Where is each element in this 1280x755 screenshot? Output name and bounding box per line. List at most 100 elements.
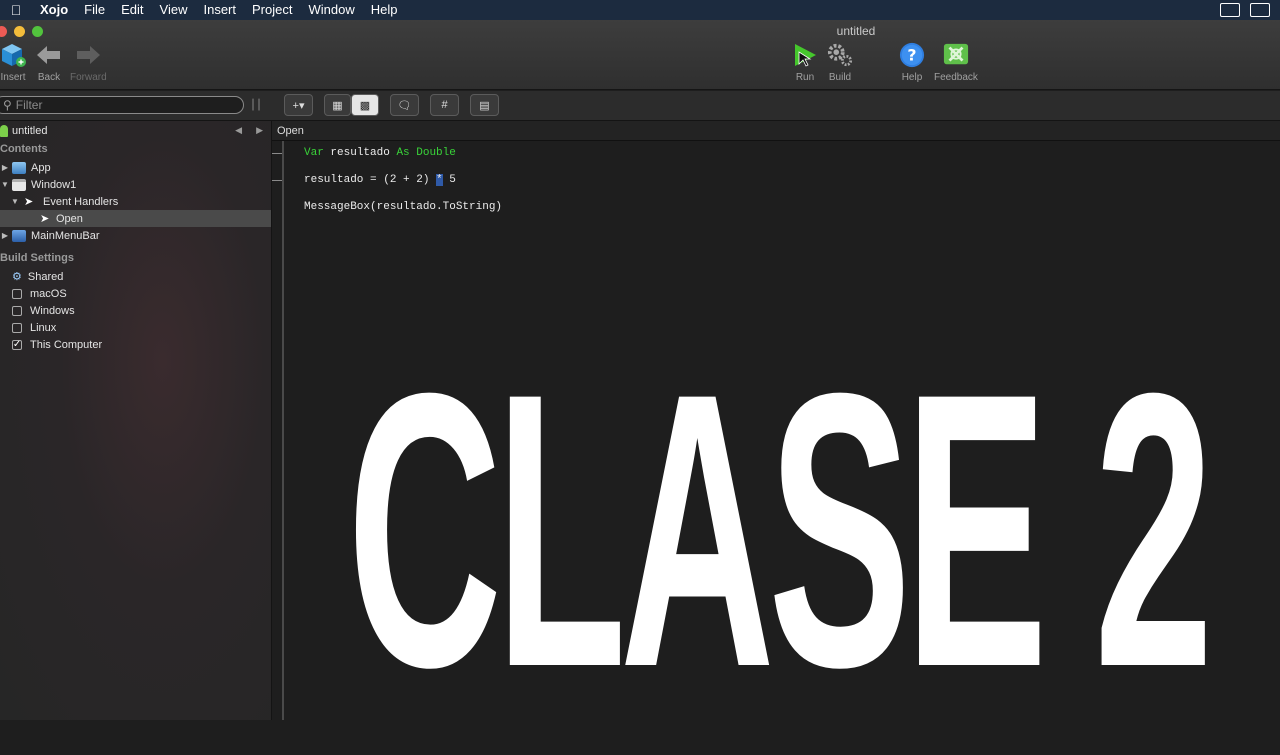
nav-forward-icon[interactable]: ▶	[256, 125, 263, 136]
code-line-1[interactable]: Var resultado As Double	[304, 147, 456, 159]
keyword-token: As Double	[396, 147, 456, 159]
apple-icon[interactable]: 	[0, 2, 32, 18]
layout-view-button[interactable]: ▦	[324, 94, 351, 116]
build-item-label: macOS	[30, 287, 67, 300]
checkmark-icon: ✓	[12, 338, 22, 350]
code-view-button[interactable]: ▩	[351, 94, 379, 116]
minimize-window-button[interactable]	[14, 26, 25, 37]
menu-help[interactable]: Help	[363, 0, 406, 20]
build-item-macos[interactable]: macOS	[0, 285, 271, 302]
plus-icon: +▾	[292, 99, 305, 112]
disclosure-expanded-icon[interactable]: ▼	[0, 180, 10, 189]
insert-label: Insert	[0, 72, 26, 83]
build-button[interactable]: Build	[827, 42, 853, 83]
this-computer-checkbox[interactable]: ✓	[12, 338, 22, 350]
build-item-shared[interactable]: ⚙ Shared	[0, 268, 271, 285]
menubar-icon	[12, 229, 26, 242]
tree-item-event-handlers[interactable]: ▼ ➤ Event Handlers	[0, 193, 271, 210]
build-item-windows[interactable]: Windows	[0, 302, 271, 319]
window-icon	[12, 178, 26, 191]
inspector-icon: ▤	[479, 99, 490, 112]
insert-cube-icon	[0, 42, 26, 68]
identifier-token: resultado	[323, 147, 397, 159]
forward-label: Forward	[70, 72, 107, 83]
run-button[interactable]: Run	[792, 42, 818, 83]
code-editor-icon: ▩	[359, 99, 371, 112]
window-toolbar: untitled Insert Back Forward Run Build ?	[0, 20, 1280, 90]
splitter-grip-icon[interactable]: ┃┃	[250, 100, 262, 111]
tree-item-label: MainMenuBar	[31, 229, 100, 242]
windows-checkbox[interactable]	[12, 305, 22, 316]
forward-arrow-icon	[75, 42, 101, 68]
menu-app-name[interactable]: Xojo	[32, 0, 76, 20]
add-item-button[interactable]: +▾	[284, 94, 313, 116]
nav-arrows: ◀ ▶	[235, 125, 263, 136]
filter-field: ⚲	[0, 96, 244, 114]
linux-checkbox[interactable]	[12, 322, 22, 333]
help-question-icon: ?	[899, 42, 925, 68]
build-settings-header: Build Settings	[0, 252, 74, 264]
build-item-label: Windows	[30, 304, 75, 317]
disclosure-collapsed-icon[interactable]: ▶	[0, 231, 10, 240]
menu-insert[interactable]: Insert	[195, 0, 244, 20]
build-item-this-computer[interactable]: ✓ This Computer	[0, 336, 271, 353]
contents-header: Contents	[0, 143, 48, 155]
screen-mirror-icon[interactable]	[1220, 3, 1240, 17]
menu-view[interactable]: View	[152, 0, 196, 20]
tree-item-label: Window1	[31, 178, 77, 191]
help-button[interactable]: ? Help	[899, 42, 925, 83]
code-gutter	[282, 141, 284, 720]
keyword-token: Var	[304, 147, 324, 159]
build-item-label: This Computer	[30, 338, 103, 351]
tree-item-mainmenubar[interactable]: ▶ MainMenuBar	[0, 227, 271, 244]
menu-edit[interactable]: Edit	[113, 0, 151, 20]
feedback-button[interactable]: Feedback	[934, 42, 978, 83]
cursor-event-icon: ➤	[40, 213, 50, 225]
filter-input[interactable]	[15, 98, 216, 112]
code-editor[interactable]: Open Var resultado As Double resultado =…	[272, 121, 1280, 720]
nav-back-icon[interactable]: ◀	[235, 125, 242, 136]
help-label: Help	[901, 72, 923, 83]
search-icon: ⚲	[3, 98, 12, 112]
shared-gear-icon: ⚙	[12, 271, 22, 283]
tree-item-app[interactable]: ▶ App	[0, 159, 271, 176]
method-name-header: Open	[272, 121, 1280, 141]
comment-button[interactable]: 🗨	[390, 94, 419, 116]
inspector-button[interactable]: ▤	[470, 94, 499, 116]
code-line-3[interactable]: MessageBox(resultado.ToString)	[304, 201, 502, 213]
project-root-row[interactable]: untitled ◀ ▶	[0, 122, 271, 139]
app-icon	[12, 161, 26, 174]
constants-button[interactable]: #	[430, 94, 459, 116]
tree-item-window1[interactable]: ▼ Window1	[0, 176, 271, 193]
menu-project[interactable]: Project	[244, 0, 300, 20]
macos-checkbox[interactable]	[12, 288, 22, 299]
close-window-button[interactable]	[0, 26, 7, 37]
tree-item-open[interactable]: ➤ Open	[0, 210, 271, 227]
code-line-2[interactable]: resultado = (2 + 2) * 5	[304, 174, 456, 186]
expression-token: resultado = (2 + 2)	[304, 174, 437, 186]
grid-icon: ▦	[332, 99, 343, 112]
menu-file[interactable]: File	[76, 0, 113, 20]
project-name: untitled	[12, 124, 48, 137]
insert-button[interactable]: Insert	[0, 42, 26, 83]
menu-bar:  Xojo File Edit View Insert Project Win…	[0, 0, 1280, 20]
disclosure-collapsed-icon[interactable]: ▶	[0, 163, 10, 172]
forward-button[interactable]: Forward	[70, 42, 107, 83]
hash-icon: #	[441, 99, 448, 111]
disclosure-expanded-icon[interactable]: ▼	[10, 197, 20, 206]
build-item-label: Shared	[27, 270, 64, 283]
build-item-label: Linux	[30, 321, 57, 334]
build-gears-icon	[827, 42, 853, 68]
window-title: untitled	[836, 24, 876, 38]
camera-icon[interactable]	[1250, 3, 1270, 17]
build-item-linux[interactable]: Linux	[0, 319, 271, 336]
expression-token: 5	[442, 174, 456, 186]
line-marker	[272, 153, 282, 154]
back-button[interactable]: Back	[36, 42, 62, 83]
line-marker	[272, 180, 282, 181]
menu-window[interactable]: Window	[300, 0, 362, 20]
project-icon	[0, 124, 8, 137]
speech-bubble-icon: 🗨	[397, 99, 412, 112]
zoom-window-button[interactable]	[32, 26, 43, 37]
window-controls	[0, 26, 43, 37]
